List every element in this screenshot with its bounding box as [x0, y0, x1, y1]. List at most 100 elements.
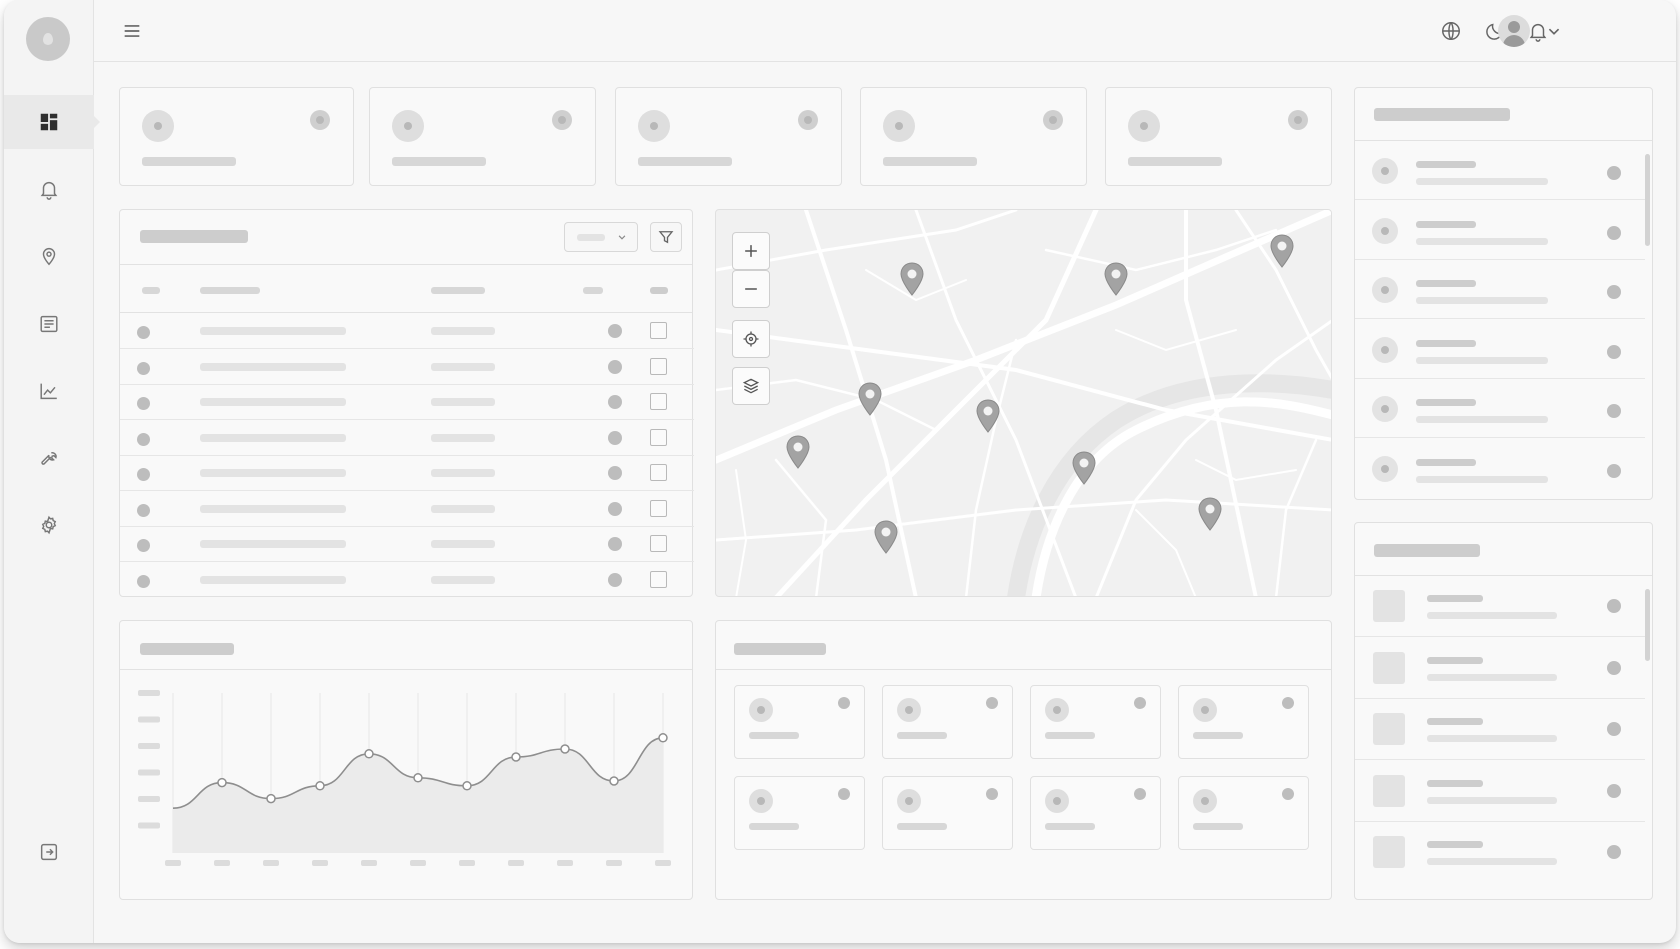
list-item[interactable]	[1355, 822, 1645, 883]
mini-card[interactable]	[734, 776, 865, 850]
mini-card[interactable]	[1030, 776, 1161, 850]
map-pin-icon[interactable]	[873, 520, 899, 554]
table-row[interactable]	[120, 349, 694, 385]
row-checkbox[interactable]	[650, 393, 667, 410]
table-row[interactable]	[120, 420, 694, 456]
zoom-out-button[interactable]	[732, 270, 770, 308]
mini-card[interactable]	[882, 776, 1013, 850]
column-header[interactable]	[200, 287, 260, 294]
sidebar-item-analytics[interactable]	[4, 364, 94, 418]
info-icon[interactable]	[552, 110, 572, 130]
sidebar-item-settings[interactable]	[4, 498, 94, 552]
list-item-thumbnail	[1373, 713, 1405, 745]
stat-card[interactable]	[860, 87, 1087, 186]
scrollbar[interactable]	[1645, 589, 1650, 661]
column-header[interactable]	[142, 287, 160, 294]
map-pin-icon[interactable]	[785, 435, 811, 469]
row-name	[200, 433, 346, 442]
scrollbar[interactable]	[1645, 154, 1650, 246]
data-point[interactable]	[266, 793, 276, 804]
globe-icon[interactable]	[1439, 19, 1463, 43]
list-item[interactable]	[1355, 699, 1645, 760]
map-pin-icon[interactable]	[1269, 234, 1295, 268]
list-item-title	[1427, 841, 1483, 848]
map-pin-icon[interactable]	[1103, 262, 1129, 296]
table-row[interactable]	[120, 562, 694, 597]
stat-card[interactable]	[369, 87, 596, 186]
stat-card[interactable]	[1105, 87, 1332, 186]
sidebar-item-locations[interactable]	[4, 229, 94, 283]
row-checkbox[interactable]	[650, 322, 667, 339]
column-header[interactable]	[431, 287, 485, 294]
row-checkbox[interactable]	[650, 570, 667, 588]
row-checkbox[interactable]	[650, 535, 667, 552]
map-pin-icon[interactable]	[975, 399, 1001, 433]
list-item[interactable]	[1355, 201, 1645, 260]
table-dropdown[interactable]	[564, 222, 638, 252]
list-item-title	[1416, 399, 1476, 406]
list-item[interactable]	[1355, 379, 1645, 438]
list-item[interactable]	[1355, 638, 1645, 699]
zoom-in-button[interactable]	[732, 232, 770, 270]
column-header[interactable]	[583, 287, 603, 294]
sidebar-item-notifications[interactable]	[4, 162, 94, 216]
list-item[interactable]	[1355, 761, 1645, 822]
avatar[interactable]	[1498, 15, 1530, 47]
info-icon[interactable]	[1043, 110, 1063, 130]
data-point[interactable]	[658, 733, 668, 743]
list-item[interactable]	[1355, 576, 1645, 637]
x-tick-label	[410, 860, 426, 866]
row-checkbox[interactable]	[650, 357, 667, 375]
data-point[interactable]	[511, 752, 521, 762]
sidebar-item-tools[interactable]	[4, 431, 94, 485]
chevron-down-icon[interactable]	[1542, 19, 1566, 43]
row-checkbox[interactable]	[650, 499, 667, 517]
gear-icon	[41, 515, 57, 535]
sidebar-item-logout[interactable]	[4, 825, 94, 879]
map-pin-icon[interactable]	[857, 382, 883, 416]
row-checkbox[interactable]	[650, 428, 667, 446]
row-checkbox[interactable]	[650, 464, 667, 481]
list-item[interactable]	[1355, 439, 1645, 498]
data-point[interactable]	[413, 773, 423, 783]
sidebar-item-reports[interactable]	[4, 297, 94, 351]
info-icon[interactable]	[1288, 110, 1308, 130]
stat-card[interactable]	[119, 87, 354, 186]
info-icon[interactable]	[310, 110, 330, 130]
list-item[interactable]	[1355, 260, 1645, 319]
map-card[interactable]	[715, 209, 1332, 597]
locate-button[interactable]	[732, 320, 770, 358]
column-header[interactable]	[650, 287, 668, 294]
data-point[interactable]	[315, 781, 325, 791]
mini-card[interactable]	[1030, 685, 1161, 759]
table-row[interactable]	[120, 455, 694, 491]
mini-card-label	[1045, 823, 1095, 830]
map-pin-icon[interactable]	[1071, 451, 1097, 485]
table-row[interactable]	[120, 491, 694, 527]
mini-card[interactable]	[734, 685, 865, 759]
sidebar-item-dashboard[interactable]	[4, 95, 100, 149]
data-point[interactable]	[462, 781, 472, 791]
hamburger-menu-icon[interactable]	[120, 19, 144, 43]
list-item[interactable]	[1355, 320, 1645, 379]
data-point[interactable]	[609, 776, 619, 786]
data-point[interactable]	[217, 777, 227, 788]
logo-icon[interactable]	[26, 17, 70, 61]
filter-button[interactable]	[650, 222, 682, 252]
info-icon[interactable]	[798, 110, 818, 130]
map-pin-icon[interactable]	[1197, 497, 1223, 531]
table-row[interactable]	[120, 313, 694, 349]
layers-button[interactable]	[732, 367, 770, 405]
row-value	[431, 327, 495, 335]
stat-card[interactable]	[615, 87, 842, 186]
list-item[interactable]	[1355, 141, 1645, 200]
mini-card[interactable]	[1178, 776, 1309, 850]
list-item-subtitle	[1427, 673, 1557, 681]
mini-card[interactable]	[1178, 685, 1309, 759]
mini-card[interactable]	[882, 685, 1013, 759]
data-point[interactable]	[560, 744, 570, 754]
table-row[interactable]	[120, 384, 694, 420]
table-row[interactable]	[120, 526, 694, 562]
data-point[interactable]	[364, 749, 374, 759]
map-pin-icon[interactable]	[899, 262, 925, 296]
